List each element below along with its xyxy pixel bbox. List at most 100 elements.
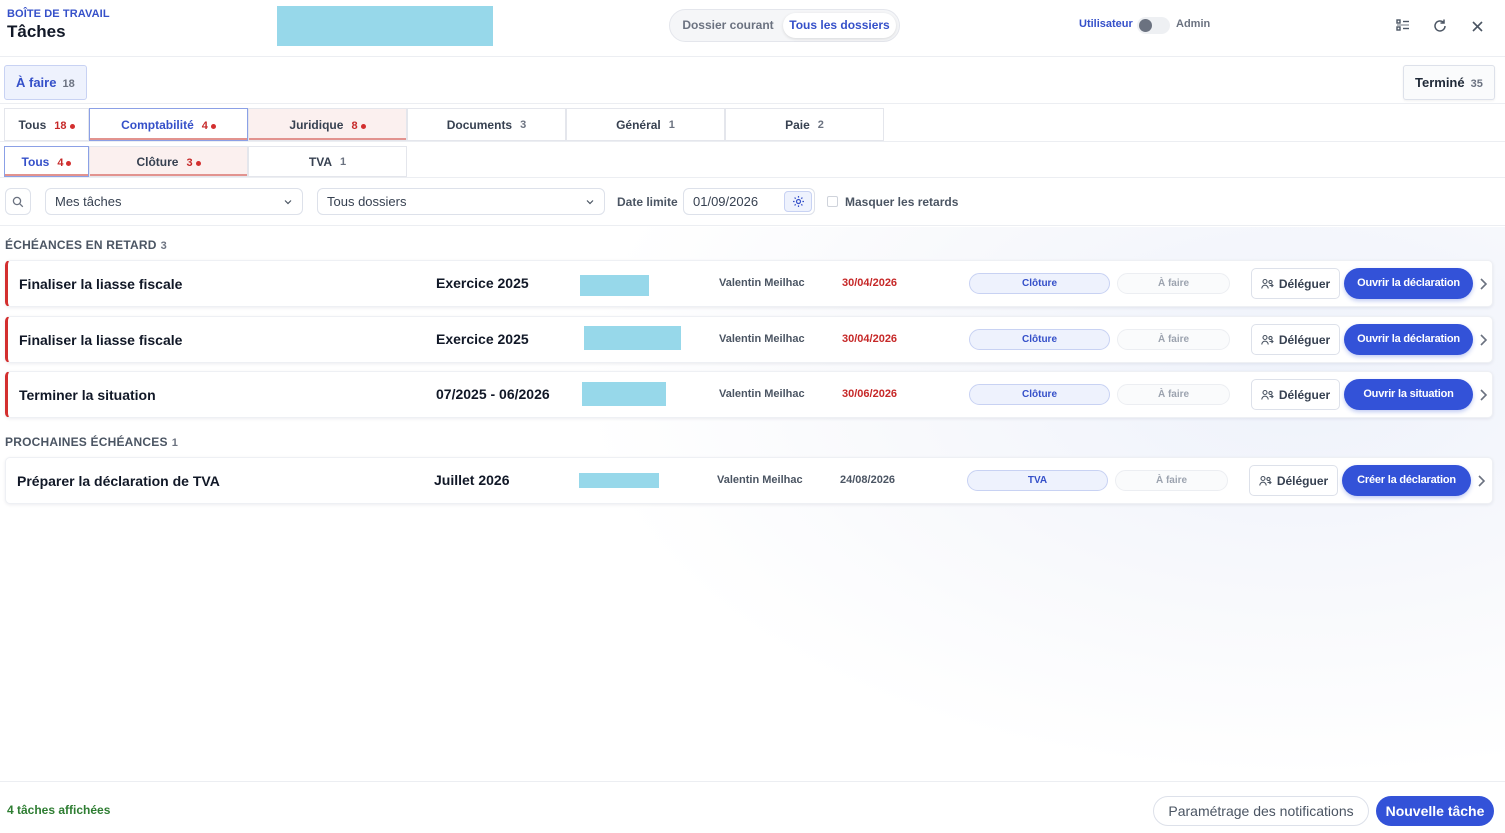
role-toggle[interactable] [1137,17,1170,34]
tab-cat-comptabilite[interactable]: Comptabilité 4 [89,108,248,141]
task-due-date: 30/04/2026 [842,277,898,289]
tab-count: 3 [186,156,193,169]
chevron-right-icon[interactable] [1478,333,1488,347]
role-admin-label: Admin [1176,18,1211,30]
tab-label: Comptabilité [121,117,194,132]
tab-a-faire[interactable]: À faire 18 [4,65,87,100]
delegate-button[interactable]: Déléguer [1249,465,1338,496]
tab-count: 2 [817,118,824,131]
task-period: Exercice 2025 [436,275,529,291]
task-row[interactable]: Terminer la situation 07/2025 - 06/2026 … [5,371,1493,418]
delegate-button[interactable]: Déléguer [1251,324,1340,355]
chevron-right-icon[interactable] [1478,388,1488,402]
tab-count: 18 [62,78,75,90]
tab-cat-general[interactable]: Général 1 [566,108,725,141]
folders-value: Tous dossiers [327,194,407,209]
tab-label: Tous [18,117,47,132]
task-title: Préparer la déclaration de TVA [17,473,220,489]
delegate-users-icon [1261,389,1274,400]
search-icon [12,196,24,207]
new-task-button[interactable]: Nouvelle tâche [1376,796,1494,826]
task-row[interactable]: Préparer la déclaration de TVA Juillet 2… [5,457,1493,504]
task-assignee: Valentin Meilhac [719,388,805,400]
task-row[interactable]: Finaliser la liasse fiscale Exercice 202… [5,316,1493,363]
task-period: Juillet 2026 [434,472,510,488]
task-period: 07/2025 - 06/2026 [436,386,550,402]
create-declaration-button[interactable]: Créer la déclaration [1342,465,1471,496]
close-icon[interactable] [1468,17,1488,37]
task-assignee: Valentin Meilhac [717,474,803,486]
delegate-button[interactable]: Déléguer [1251,268,1340,299]
tab-tous-les-dossiers[interactable]: Tous les dossiers [783,13,896,38]
chevron-down-icon [586,200,594,205]
tab-sub-tous[interactable]: Tous 4 [4,146,89,177]
delegate-users-icon [1259,475,1272,486]
tab-sub-cloture[interactable]: Clôture 3 [89,146,248,177]
app-subtitle: BOÎTE DE TRAVAIL [7,8,110,20]
section-count: 3 [160,240,167,252]
chevron-right-icon[interactable] [1476,474,1486,488]
alert-dot [210,123,216,129]
category-badge: Clôture [969,273,1110,294]
delegate-label: Déléguer [1276,473,1329,488]
folders-select[interactable]: Tous dossiers [317,188,605,215]
section-late-title: ÉCHÉANCES EN RETARD 3 [5,238,167,252]
hide-late-checkbox[interactable] [827,196,838,207]
assignee-select[interactable]: Mes tâches [45,188,303,215]
tab-label: Documents [446,117,513,132]
section-upcoming-title: PROCHAINES ÉCHÉANCES 1 [5,435,178,449]
status-badge: À faire [1117,273,1230,294]
tab-label: Terminé [1415,75,1465,90]
alert-dot [195,160,201,166]
task-assignee: Valentin Meilhac [719,277,805,289]
deadline-input[interactable]: 01/09/2026 [683,188,815,215]
deadline-settings-button[interactable] [784,191,812,212]
redacted-field [584,326,681,350]
delegate-users-icon [1261,334,1274,345]
task-title: Terminer la situation [19,387,156,403]
task-title: Finaliser la liasse fiscale [19,332,183,348]
chevron-right-icon[interactable] [1478,277,1488,291]
open-declaration-button[interactable]: Ouvrir la déclaration [1344,324,1473,355]
task-due-date: 30/04/2026 [842,333,898,345]
tab-count: 18 [54,119,67,132]
tab-cat-documents[interactable]: Documents 3 [407,108,566,141]
list-settings-icon[interactable] [1393,16,1413,36]
redacted-field [277,6,493,46]
delegate-label: Déléguer [1278,332,1331,347]
section-title-text: ÉCHÉANCES EN RETARD [5,238,157,252]
tab-count: 8 [351,119,358,132]
delegate-label: Déléguer [1278,276,1331,291]
tab-label: Tous [21,154,50,169]
tab-count: 1 [339,155,347,168]
task-title: Finaliser la liasse fiscale [19,276,183,292]
tab-label: Juridique [289,117,344,132]
search-button[interactable] [5,188,31,215]
tab-dossier-courant[interactable]: Dossier courant [676,13,780,38]
redacted-field [579,473,659,488]
chevron-down-icon [284,200,292,205]
task-row[interactable]: Finaliser la liasse fiscale Exercice 202… [5,260,1493,307]
tab-termine[interactable]: Terminé 35 [1403,65,1495,100]
open-situation-button[interactable]: Ouvrir la situation [1344,379,1473,410]
deadline-value: 01/09/2026 [693,194,759,209]
open-declaration-button[interactable]: Ouvrir la déclaration [1344,268,1473,299]
tab-count: 1 [668,118,675,131]
tab-cat-paie[interactable]: Paie 2 [725,108,884,141]
tab-cat-juridique[interactable]: Juridique 8 [248,108,407,141]
category-badge: Clôture [969,384,1110,405]
category-badge: Clôture [969,329,1110,350]
tab-sub-tva[interactable]: TVA 1 [248,146,407,177]
status-badge: À faire [1117,384,1230,405]
tab-cat-tous[interactable]: Tous 18 [4,108,89,141]
notification-settings-button[interactable]: Paramétrage des notifications [1153,796,1369,826]
task-assignee: Valentin Meilhac [719,333,805,345]
refresh-icon[interactable] [1430,16,1450,36]
status-badge: À faire [1117,329,1230,350]
section-title-text: PROCHAINES ÉCHÉANCES [5,435,168,449]
hide-late-label: Masquer les retards [845,195,959,209]
redacted-field [582,382,666,406]
delegate-button[interactable]: Déléguer [1251,379,1340,410]
assignee-value: Mes tâches [55,194,122,209]
tab-label: TVA [308,154,332,169]
